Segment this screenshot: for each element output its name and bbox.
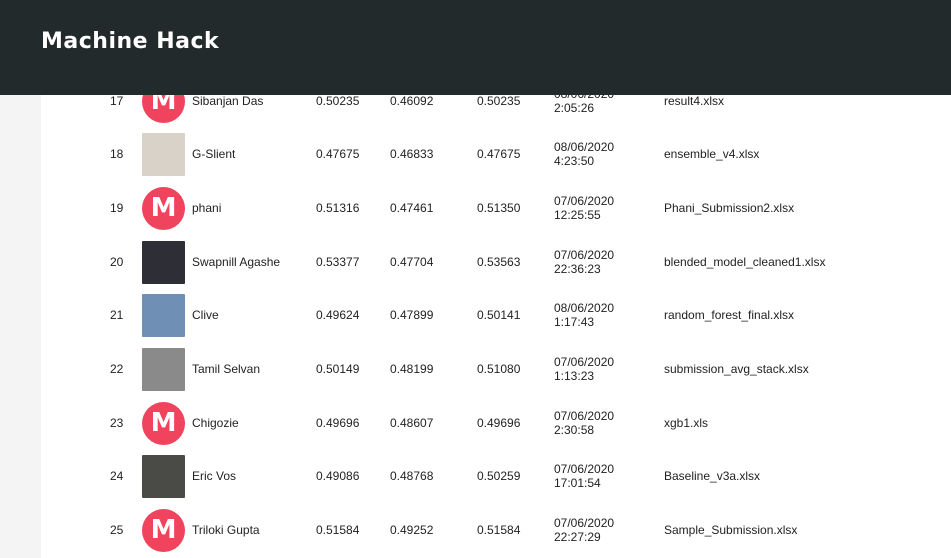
user-name: Chigozie — [192, 416, 239, 430]
user-name: Tamil Selvan — [192, 362, 261, 376]
submission-time: 2:05:26 — [554, 101, 595, 115]
score-cell: 0.47704 — [390, 255, 434, 269]
user-name: Swapnill Agashe — [192, 255, 281, 269]
submission-time: 2:30:58 — [554, 423, 595, 437]
submission-file: ensemble_v4.xlsx — [664, 147, 760, 161]
submission-time: 4:23:50 — [554, 154, 595, 168]
user-name: G-Slient — [192, 147, 236, 161]
rank-cell: 20 — [110, 255, 124, 269]
rank-cell: 19 — [110, 201, 124, 215]
rank-cell: 25 — [110, 523, 124, 537]
submission-date: 07/06/2020 — [554, 462, 615, 476]
top-header: Machine Hack — [0, 0, 951, 95]
score-cell: 0.47675 — [316, 147, 360, 161]
score-cell: 0.46833 — [390, 147, 434, 161]
brand-logo[interactable]: Machine Hack — [41, 29, 219, 54]
rank-cell: 18 — [110, 147, 124, 161]
rank-cell: 21 — [110, 308, 124, 322]
submission-date: 07/06/2020 — [554, 516, 615, 530]
user-name: Clive — [192, 308, 219, 322]
score-cell: 0.49252 — [390, 523, 434, 537]
user-photo-avatar — [142, 241, 185, 284]
user-photo-avatar — [142, 455, 185, 498]
submission-file: Baseline_v3a.xlsx — [664, 469, 761, 483]
score-cell: 0.49696 — [316, 416, 360, 430]
leaderboard-row: 19 phani 0.51316 0.47461 0.51350 07/06/202012… — [0, 181, 951, 235]
score-cell: 0.50259 — [477, 469, 521, 483]
submission-file: Phani_Submission2.xlsx — [664, 201, 795, 215]
score-cell: 0.46092 — [390, 94, 434, 108]
score-cell: 0.48768 — [390, 469, 434, 483]
user-name: Sibanjan Das — [192, 94, 264, 108]
score-cell: 0.50235 — [477, 94, 521, 108]
score-cell: 0.49696 — [477, 416, 521, 430]
machinehack-logo-avatar — [142, 509, 185, 552]
rank-cell: 24 — [110, 469, 124, 483]
submission-file: blended_model_cleaned1.xlsx — [664, 255, 826, 269]
submission-file: submission_avg_stack.xlsx — [664, 362, 809, 376]
score-cell: 0.53377 — [316, 255, 360, 269]
submission-file: Sample_Submission.xlsx — [664, 523, 798, 537]
score-cell: 0.50235 — [316, 94, 360, 108]
user-name: Eric Vos — [192, 469, 237, 483]
machinehack-logo-avatar — [142, 402, 185, 445]
leaderboard-row: 25 Triloki Gupta 0.51584 0.49252 0.51584 07/0… — [0, 503, 951, 557]
score-cell: 0.49086 — [316, 469, 360, 483]
submission-time: 1:13:23 — [554, 369, 595, 383]
score-cell: 0.50141 — [477, 308, 521, 322]
rank-cell: 17 — [110, 94, 124, 108]
score-cell: 0.47675 — [477, 147, 521, 161]
submission-file: result4.xlsx — [664, 94, 725, 108]
submission-time: 22:36:23 — [554, 262, 601, 276]
submission-file: xgb1.xls — [664, 416, 709, 430]
score-cell: 0.51080 — [477, 362, 521, 376]
score-cell: 0.51316 — [316, 201, 360, 215]
user-photo-avatar — [142, 294, 185, 337]
leaderboard-row: 20 Swapnill Agashe 0.53377 0.47704 0.53563 07… — [0, 235, 951, 289]
rank-cell: 23 — [110, 416, 124, 430]
score-cell: 0.47461 — [390, 201, 434, 215]
score-cell: 0.48199 — [390, 362, 434, 376]
submission-date: 08/06/2020 — [554, 301, 615, 315]
submission-date: 07/06/2020 — [554, 248, 615, 262]
score-cell: 0.49624 — [316, 308, 360, 322]
submission-date: 07/06/2020 — [554, 355, 615, 369]
score-cell: 0.48607 — [390, 416, 434, 430]
leaderboard-row: 21 Clive 0.49624 0.47899 0.50141 08/06/2020 1:… — [0, 288, 951, 342]
leaderboard-row: 18 G-Slient 0.47675 0.46833 0.47675 08/06/202… — [0, 127, 951, 181]
score-cell: 0.53563 — [477, 255, 521, 269]
user-photo-avatar — [142, 348, 185, 391]
user-name: phani — [192, 201, 222, 215]
submission-time: 22:27:29 — [554, 530, 601, 544]
submission-file: random_forest_final.xlsx — [664, 308, 795, 322]
score-cell: 0.50149 — [316, 362, 360, 376]
leaderboard-row: 24 Eric Vos 0.49086 0.48768 0.50259 07/06/202… — [0, 449, 951, 503]
submission-date: 08/06/2020 — [554, 140, 615, 154]
rank-cell: 22 — [110, 362, 124, 376]
user-photo-avatar — [142, 133, 185, 176]
submission-time: 17:01:54 — [554, 476, 601, 490]
submission-date: 07/06/2020 — [554, 194, 615, 208]
submission-time: 12:25:55 — [554, 208, 601, 222]
leaderboard-row: 22 Tamil Selvan 0.50149 0.48199 0.51080 07/06… — [0, 342, 951, 396]
score-cell: 0.51584 — [316, 523, 360, 537]
score-cell: 0.51584 — [477, 523, 521, 537]
leaderboard-row: 23 Chigozie 0.49696 0.48607 0.49696 07/06/202… — [0, 396, 951, 450]
user-name: Triloki Gupta — [192, 523, 260, 537]
machinehack-logo-avatar — [142, 187, 185, 230]
score-cell: 0.51350 — [477, 201, 521, 215]
submission-time: 1:17:43 — [554, 315, 595, 329]
submission-date: 07/06/2020 — [554, 409, 615, 423]
score-cell: 0.47899 — [390, 308, 434, 322]
